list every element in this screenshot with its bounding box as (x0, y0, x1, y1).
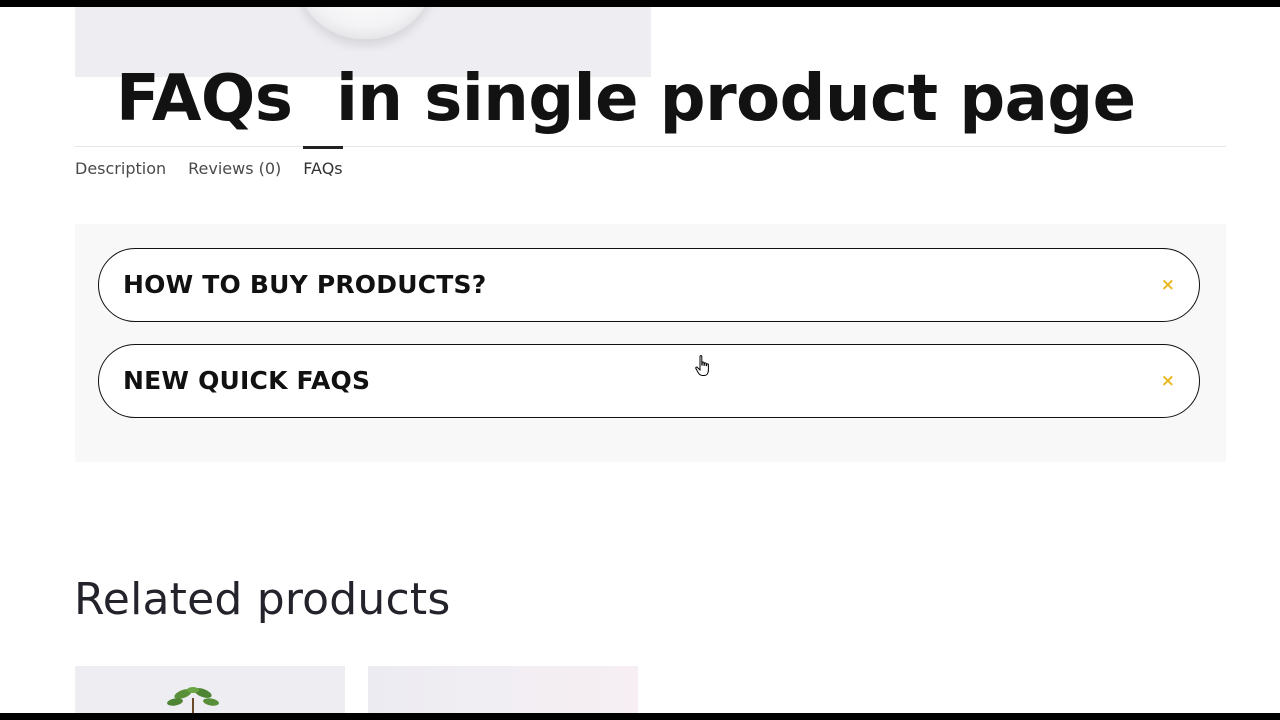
tab-description[interactable]: Description (75, 146, 166, 186)
faq-question: NEW QUICK FAQS (123, 366, 371, 395)
related-products-heading: Related products (74, 574, 451, 625)
faq-item-new-quick-faqs[interactable]: NEW QUICK FAQS × (98, 344, 1200, 418)
video-frame-top-bar (0, 0, 1280, 7)
faq-question: HOW TO BUY PRODUCTS? (123, 270, 487, 299)
product-tabs: Description Reviews (0) FAQs (75, 146, 365, 186)
video-frame-bottom-bar (0, 713, 1280, 720)
close-icon[interactable]: × (1161, 345, 1175, 417)
hand-cursor-icon (695, 355, 709, 376)
tab-reviews[interactable]: Reviews (0) (188, 146, 281, 186)
faq-item-how-to-buy[interactable]: HOW TO BUY PRODUCTS? × (98, 248, 1200, 322)
faq-panel: HOW TO BUY PRODUCTS? × NEW QUICK FAQS × (75, 224, 1226, 462)
related-product-card[interactable] (75, 666, 345, 713)
plant-image (167, 687, 219, 713)
overlay-caption: FAQs in single product page (116, 62, 1136, 136)
close-icon[interactable]: × (1161, 249, 1175, 321)
tab-faqs[interactable]: FAQs (303, 146, 343, 186)
bowl-image (295, 7, 435, 39)
related-product-card[interactable] (368, 666, 638, 713)
